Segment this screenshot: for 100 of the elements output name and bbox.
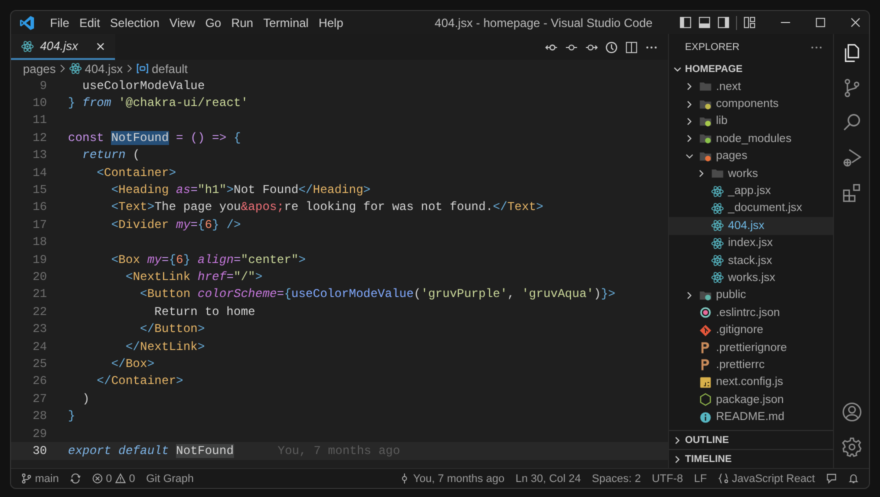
prettier-icon bbox=[699, 358, 712, 372]
history-icon[interactable] bbox=[605, 40, 618, 54]
symbol-icon bbox=[136, 63, 149, 74]
file-tree-item[interactable]: lib bbox=[669, 112, 833, 130]
file-tree-item[interactable]: components bbox=[669, 95, 833, 113]
js-file-icon bbox=[699, 376, 712, 389]
menu-item[interactable]: Terminal bbox=[258, 16, 314, 30]
code-line: const NotFound = () => { bbox=[68, 130, 241, 145]
code-line: Return to home bbox=[153, 304, 256, 319]
folder-icon bbox=[699, 98, 712, 111]
folder-icon bbox=[699, 150, 712, 163]
explorer-title: EXPLORER bbox=[685, 42, 740, 52]
line-number: 30 bbox=[32, 444, 48, 458]
branch-status[interactable]: main bbox=[21, 472, 59, 484]
code-line: <Button colorScheme={useColorModeValue('gruvPurple', 'gruvAqua')}> bbox=[139, 287, 616, 302]
line-number: 14 bbox=[32, 166, 48, 180]
file-tree-item[interactable]: _document.jsx bbox=[669, 200, 833, 218]
menu-item[interactable]: View bbox=[164, 16, 200, 30]
line-number: 10 bbox=[32, 96, 48, 110]
react-icon bbox=[711, 271, 724, 284]
line-number: 12 bbox=[32, 130, 48, 145]
breadcrumb-item[interactable]: pages bbox=[23, 62, 56, 76]
file-tree-item[interactable]: .gitignore bbox=[669, 321, 833, 339]
split-editor-icon[interactable] bbox=[625, 40, 638, 54]
close-icon[interactable] bbox=[850, 17, 861, 28]
file-tree-item[interactable]: next.config.js bbox=[669, 374, 833, 392]
encoding-status[interactable]: UTF-8 bbox=[652, 472, 683, 484]
file-tree-item[interactable]: .eslintrc.json bbox=[669, 304, 833, 322]
hexagon-icon bbox=[699, 393, 712, 406]
menu-item[interactable]: Selection bbox=[105, 16, 164, 30]
code-line: ) bbox=[81, 392, 90, 406]
menu-item[interactable]: File bbox=[45, 16, 74, 30]
folder-icon bbox=[699, 114, 712, 128]
toggle-sidebar-icon[interactable] bbox=[679, 16, 692, 29]
react-icon bbox=[711, 219, 724, 232]
line-number: 20 bbox=[32, 270, 48, 284]
file-tree-item[interactable]: node_modules bbox=[669, 130, 833, 148]
code-line: return ( bbox=[81, 148, 140, 162]
line-number: 23 bbox=[32, 322, 48, 336]
layout-icon[interactable] bbox=[743, 16, 756, 29]
line-number: 25 bbox=[32, 356, 48, 371]
settings-icon[interactable] bbox=[840, 436, 862, 458]
toggle-panel-icon[interactable] bbox=[698, 16, 711, 29]
indentation-status[interactable]: Spaces: 2 bbox=[592, 472, 641, 484]
file-tree-item[interactable]: .prettierignore bbox=[669, 338, 833, 356]
code-line: useColorModeValue bbox=[81, 78, 205, 93]
editor-tab[interactable]: 404.jsx bbox=[11, 34, 115, 60]
git-icon bbox=[699, 324, 712, 337]
line-number: 11 bbox=[32, 113, 48, 128]
vscode-logo-icon bbox=[19, 14, 35, 30]
maximize-icon[interactable] bbox=[815, 17, 826, 28]
language-mode[interactable]: JavaScript React bbox=[718, 472, 815, 484]
section-header[interactable]: HOMEPAGE bbox=[669, 60, 833, 78]
line-number: 22 bbox=[32, 304, 48, 319]
run-debug-icon[interactable] bbox=[840, 147, 862, 169]
line-number: 15 bbox=[32, 183, 48, 198]
file-tree-item[interactable]: index.jsx bbox=[669, 234, 833, 252]
git-graph-status[interactable]: Git Graph bbox=[146, 472, 194, 484]
file-tree-item[interactable]: package.json bbox=[669, 391, 833, 408]
prettier-icon bbox=[699, 341, 712, 354]
line-number: 27 bbox=[32, 392, 48, 406]
line-number: 21 bbox=[32, 287, 48, 302]
file-tree-item[interactable]: .next bbox=[669, 78, 833, 96]
bell-icon[interactable] bbox=[848, 473, 859, 484]
file-tree-item[interactable]: pages bbox=[669, 148, 833, 165]
sync-icon[interactable] bbox=[70, 473, 81, 484]
menu-item[interactable]: Run bbox=[226, 16, 258, 30]
chevron-right-icon bbox=[58, 64, 66, 73]
account-icon[interactable] bbox=[840, 401, 862, 423]
line-ending-status[interactable]: LF bbox=[694, 472, 707, 484]
file-tree-item[interactable]: 404.jsx bbox=[669, 217, 833, 235]
window-title: 404.jsx - homepage - Visual Studio Code bbox=[434, 16, 654, 30]
line-number: 9 bbox=[38, 78, 48, 93]
file-tree-item[interactable]: _app.jsx bbox=[669, 182, 833, 200]
react-icon bbox=[711, 254, 724, 268]
cursor-position[interactable]: Ln 30, Col 24 bbox=[515, 472, 581, 484]
file-tree-item[interactable]: works.jsx bbox=[669, 269, 833, 287]
breadcrumb-item[interactable]: 404.jsx bbox=[84, 62, 123, 76]
problems-status[interactable]: 0 0 bbox=[92, 472, 136, 484]
folder-icon bbox=[699, 132, 712, 146]
error-icon bbox=[92, 473, 103, 484]
menu-item[interactable]: Help bbox=[314, 16, 348, 30]
file-tree-item[interactable]: .prettierrc bbox=[669, 356, 833, 374]
code-line: <NextLink href="/"> bbox=[124, 270, 262, 284]
braces-icon bbox=[718, 473, 729, 484]
menu-item[interactable]: Edit bbox=[74, 16, 106, 30]
close-icon[interactable] bbox=[96, 42, 105, 50]
blame-status[interactable]: You, 7 months ago bbox=[399, 472, 504, 484]
line-number: 29 bbox=[32, 426, 48, 440]
menu-item[interactable]: Go bbox=[200, 16, 226, 30]
extensions-icon[interactable] bbox=[840, 182, 862, 204]
line-number: 28 bbox=[32, 409, 48, 424]
file-tree-item[interactable]: public bbox=[669, 286, 833, 304]
file-tree-item[interactable]: README.md bbox=[669, 408, 833, 426]
feedback-icon[interactable] bbox=[826, 473, 837, 484]
file-tree-item[interactable]: works bbox=[669, 164, 833, 182]
line-number: 24 bbox=[32, 340, 48, 354]
breadcrumb-item[interactable]: default bbox=[152, 62, 188, 76]
toggle-secondary-sidebar-icon[interactable] bbox=[717, 16, 730, 29]
file-tree-item[interactable]: stack.jsx bbox=[669, 252, 833, 270]
